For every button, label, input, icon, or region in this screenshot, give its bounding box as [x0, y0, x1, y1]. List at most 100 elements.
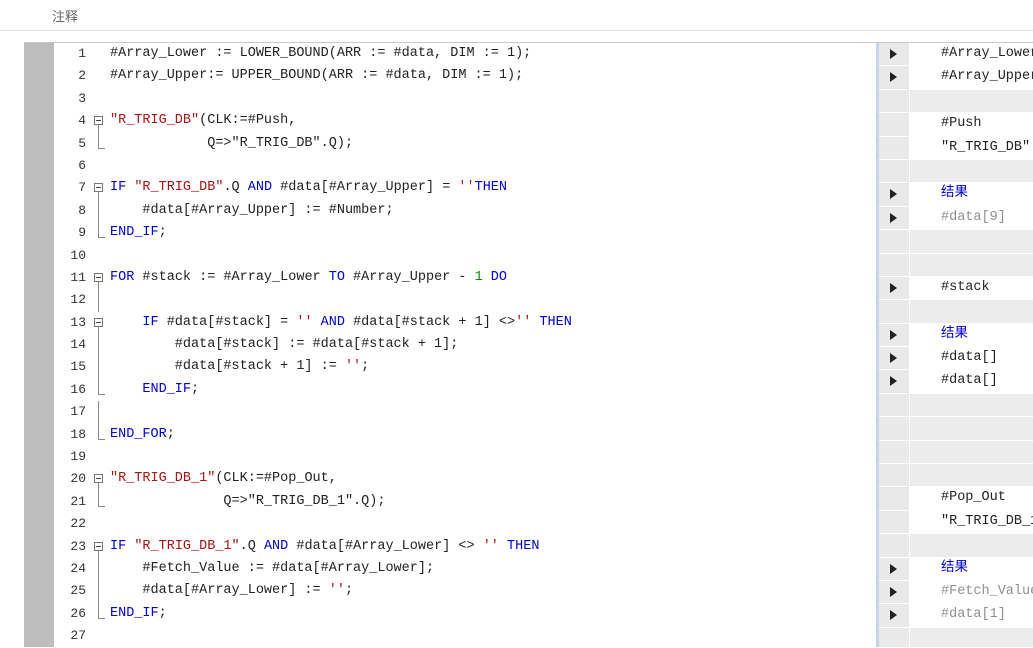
monitor-row[interactable]: [879, 159, 1033, 184]
fold-collapse-icon[interactable]: [93, 536, 107, 559]
monitor-row[interactable]: #Push: [879, 113, 1033, 137]
code-text[interactable]: IF "R_TRIG_DB_1".Q AND #data[#Array_Lowe…: [110, 536, 539, 558]
code-text[interactable]: #Array_Lower := LOWER_BOUND(ARR := #data…: [110, 43, 531, 65]
code-line[interactable]: 6: [54, 155, 876, 177]
monitor-marker[interactable]: [879, 43, 909, 66]
monitor-row[interactable]: #data[]: [879, 370, 1033, 394]
code-line[interactable]: 22: [54, 513, 876, 535]
monitor-row[interactable]: #Array_Upper: [879, 66, 1033, 90]
code-line[interactable]: 19: [54, 446, 876, 468]
code-area[interactable]: 1 #Array_Lower := LOWER_BOUND(ARR := #dat…: [54, 43, 876, 647]
code-line[interactable]: 14 #data[#stack] := #data[#stack + 1];: [54, 334, 876, 357]
monitor-marker[interactable]: [879, 206, 909, 230]
monitor-row[interactable]: #Pop_Out: [879, 487, 1033, 511]
monitor-row[interactable]: [879, 393, 1033, 418]
monitor-marker[interactable]: [879, 183, 909, 206]
code-line[interactable]: 18 END_FOR;: [54, 423, 876, 446]
code-line[interactable]: 27: [54, 625, 876, 647]
code-text[interactable]: #data[#stack] := #data[#stack + 1];: [110, 334, 459, 356]
monitor-row[interactable]: #data[1]: [879, 604, 1033, 628]
monitor-row[interactable]: #Array_Lower: [879, 43, 1033, 67]
code-line[interactable]: 7 IF "R_TRIG_DB".Q AND #data[#Array_Upper…: [54, 177, 876, 201]
monitor-pane[interactable]: #Array_Lower #Array_Upper #Push "R_TRIG_DB"…: [879, 43, 1033, 647]
fold-collapse-icon[interactable]: [93, 468, 107, 492]
code-text[interactable]: FOR #stack := #Array_Lower TO #Array_Upp…: [110, 267, 507, 289]
code-line[interactable]: 20 "R_TRIG_DB_1"(CLK:=#Pop_Out,: [54, 468, 876, 492]
code-line[interactable]: 2 #Array_Upper:= UPPER_BOUND(ARR := #data…: [54, 65, 876, 87]
monitor-marker[interactable]: [879, 276, 909, 300]
code-line[interactable]: 9 END_IF;: [54, 222, 876, 244]
code-text[interactable]: #Fetch_Value := #data[#Array_Lower];: [110, 558, 434, 580]
monitor-row[interactable]: [879, 440, 1033, 465]
monitor-marker[interactable]: [879, 66, 909, 89]
monitor-row[interactable]: 结果: [879, 183, 1033, 207]
expand-triangle-icon[interactable]: [890, 212, 897, 223]
fold-collapse-icon[interactable]: [93, 110, 107, 134]
expand-triangle-icon[interactable]: [890, 329, 897, 340]
code-line[interactable]: 5 Q=>"R_TRIG_DB".Q);: [54, 132, 876, 155]
code-line[interactable]: 16 END_IF;: [54, 378, 876, 401]
code-line[interactable]: 10: [54, 245, 876, 267]
expand-triangle-icon[interactable]: [890, 586, 897, 597]
code-text[interactable]: #Array_Upper:= UPPER_BOUND(ARR := #data,…: [110, 65, 523, 87]
monitor-marker[interactable]: [879, 580, 909, 604]
monitor-row[interactable]: "R_TRIG_DB".Q: [879, 136, 1033, 160]
code-text[interactable]: "R_TRIG_DB"(CLK:=#Push,: [110, 110, 296, 132]
breakpoint-gutter[interactable]: [24, 43, 54, 647]
code-line[interactable]: 21 Q=>"R_TRIG_DB_1".Q);: [54, 490, 876, 513]
code-line[interactable]: 3: [54, 88, 876, 110]
code-lines[interactable]: 1 #Array_Lower := LOWER_BOUND(ARR := #dat…: [54, 43, 876, 648]
expand-triangle-icon[interactable]: [890, 376, 897, 387]
code-line[interactable]: 11 FOR #stack := #Array_Lower TO #Array_U…: [54, 267, 876, 290]
expand-triangle-icon[interactable]: [890, 353, 897, 364]
code-text[interactable]: Q=>"R_TRIG_DB".Q);: [110, 133, 353, 155]
expand-triangle-icon[interactable]: [890, 72, 897, 83]
expand-triangle-icon[interactable]: [890, 563, 897, 574]
monitor-row[interactable]: 结果: [879, 557, 1033, 581]
code-line[interactable]: 8 #data[#Array_Upper] := #Number;: [54, 199, 876, 223]
monitor-row[interactable]: 结果: [879, 323, 1033, 348]
expand-triangle-icon[interactable]: [890, 610, 897, 621]
monitor-row[interactable]: [879, 417, 1033, 441]
monitor-row[interactable]: [879, 253, 1033, 277]
monitor-row[interactable]: #Fetch_Value: [879, 580, 1033, 605]
code-text[interactable]: IF #data[#stack] = '' AND #data[#stack +…: [110, 312, 571, 334]
monitor-row[interactable]: [879, 300, 1033, 324]
monitor-row[interactable]: [879, 627, 1033, 647]
code-line[interactable]: 4 "R_TRIG_DB"(CLK:=#Push,: [54, 110, 876, 134]
monitor-marker[interactable]: [879, 323, 909, 347]
code-text[interactable]: Q=>"R_TRIG_DB_1".Q);: [110, 491, 385, 513]
code-line[interactable]: 12: [54, 289, 876, 312]
code-text[interactable]: END_IF;: [110, 222, 167, 244]
monitor-row[interactable]: #data[9]: [879, 206, 1033, 231]
monitor-row[interactable]: [879, 534, 1033, 558]
code-line[interactable]: 17: [54, 401, 876, 424]
code-line[interactable]: 26 END_IF;: [54, 602, 876, 625]
fold-collapse-icon[interactable]: [93, 312, 107, 335]
code-line[interactable]: 15 #data[#stack + 1] := '';: [54, 356, 876, 379]
comment-bar[interactable]: 注释: [0, 0, 1033, 31]
code-text[interactable]: #data[#Array_Upper] := #Number;: [110, 200, 393, 222]
code-text[interactable]: END_IF;: [110, 379, 199, 401]
fold-collapse-icon[interactable]: [93, 267, 107, 290]
monitor-marker[interactable]: [879, 370, 909, 393]
code-line[interactable]: 13 IF #data[#stack] = '' AND #data[#stac…: [54, 312, 876, 335]
monitor-row[interactable]: #stack: [879, 276, 1033, 301]
monitor-marker[interactable]: [879, 604, 909, 627]
code-line[interactable]: 24 #Fetch_Value := #data[#Array_Lower];: [54, 557, 876, 581]
monitor-row[interactable]: [879, 464, 1033, 488]
monitor-row[interactable]: "R_TRIG_DB_1".Q: [879, 510, 1033, 535]
monitor-marker[interactable]: [879, 557, 909, 580]
code-text[interactable]: END_FOR;: [110, 424, 175, 446]
code-line[interactable]: 23 IF "R_TRIG_DB_1".Q AND #data[#Array_Lo…: [54, 536, 876, 559]
monitor-row[interactable]: [879, 89, 1033, 114]
monitor-row[interactable]: #data[]: [879, 347, 1033, 371]
monitor-row[interactable]: [879, 230, 1033, 254]
scl-editor[interactable]: 1 #Array_Lower := LOWER_BOUND(ARR := #dat…: [24, 42, 1033, 647]
code-line[interactable]: 25 #data[#Array_Lower] := '';: [54, 580, 876, 603]
fold-collapse-icon[interactable]: [93, 177, 107, 201]
expand-triangle-icon[interactable]: [890, 282, 897, 293]
code-text[interactable]: #data[#Array_Lower] := '';: [110, 580, 353, 602]
monitor-marker[interactable]: [879, 347, 909, 370]
code-text[interactable]: END_IF;: [110, 603, 167, 625]
